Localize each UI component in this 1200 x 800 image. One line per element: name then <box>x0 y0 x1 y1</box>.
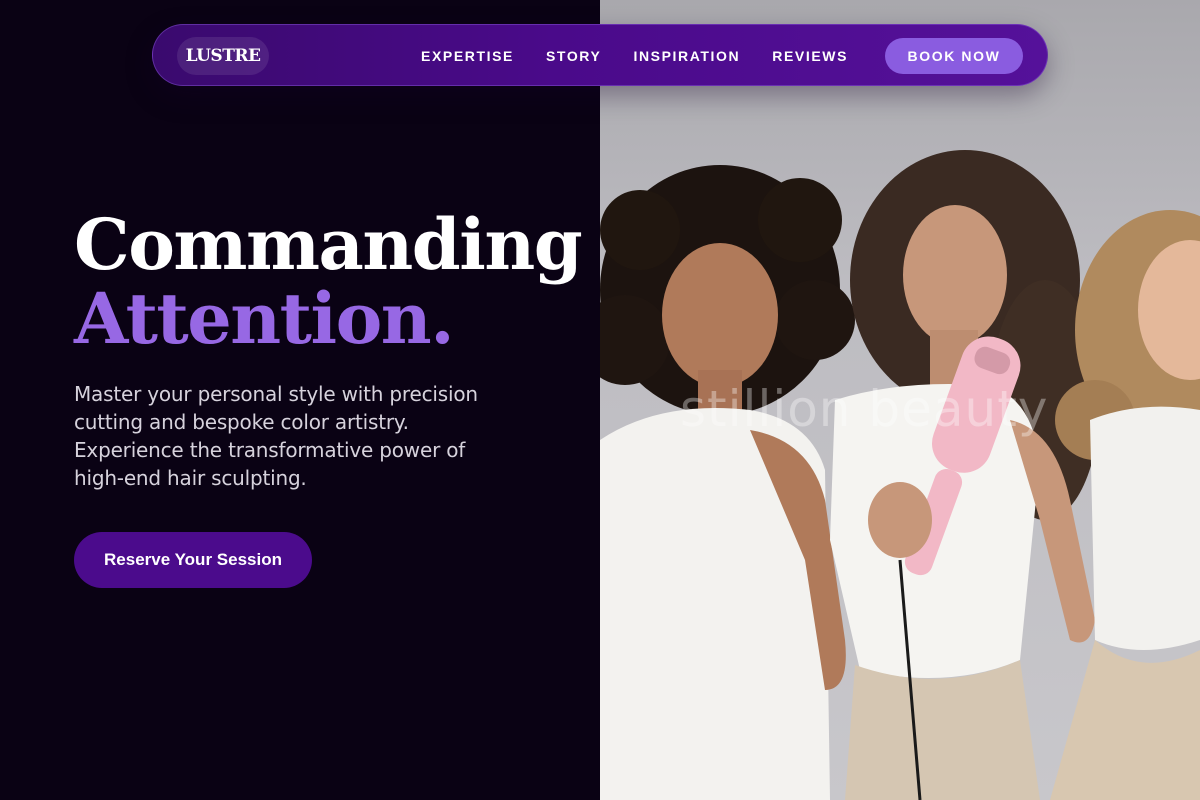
reserve-session-button[interactable]: Reserve Your Session <box>74 532 312 588</box>
hero-title-line-2: Attention. <box>74 277 455 360</box>
brand-logo[interactable]: LUSTRE <box>177 37 269 75</box>
nav-links: EXPERTISE STORY INSPIRATION REVIEWS <box>421 25 880 87</box>
hero-photo: stillion beauty <box>600 0 1200 800</box>
hero-description: Master your personal style with precisio… <box>74 382 478 490</box>
model-center <box>830 150 1100 800</box>
book-now-button[interactable]: BOOK NOW <box>885 38 1023 74</box>
nav-item-story[interactable]: STORY <box>546 48 601 64</box>
hero-title: Commanding Attention. <box>74 203 583 360</box>
nav-item-expertise[interactable]: EXPERTISE <box>421 48 514 64</box>
nav-item-reviews[interactable]: REVIEWS <box>772 48 848 64</box>
nav-item-inspiration[interactable]: INSPIRATION <box>633 48 740 64</box>
model-left <box>600 165 855 800</box>
photo-watermark: stillion beauty <box>680 380 1049 438</box>
main-nav: LUSTRE EXPERTISE STORY INSPIRATION REVIE… <box>152 24 1048 86</box>
hero-title-line-1: Commanding <box>74 203 583 286</box>
